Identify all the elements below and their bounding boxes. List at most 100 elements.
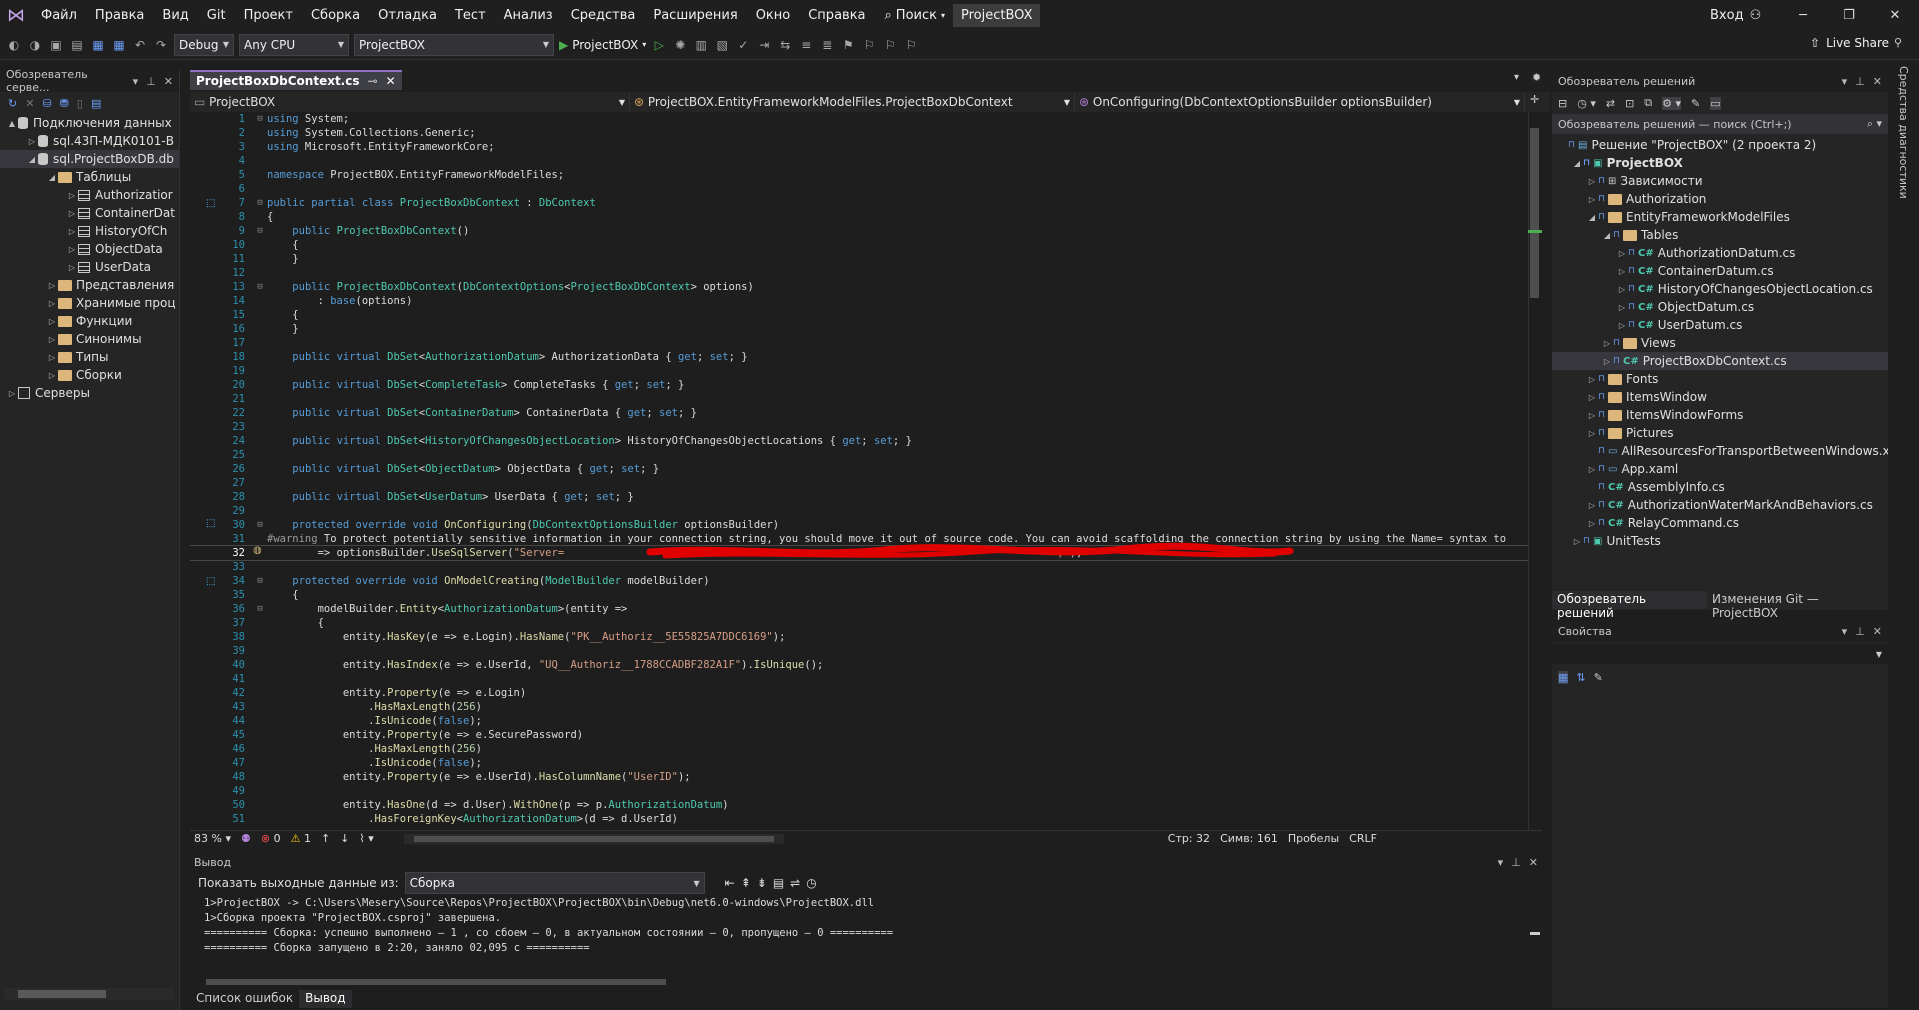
expander-icon[interactable]: ▷ bbox=[26, 137, 38, 146]
scrollbar-thumb[interactable] bbox=[1530, 128, 1539, 298]
fold-toggle-icon[interactable]: ⊟ bbox=[253, 112, 267, 126]
tab-list-dropdown-icon[interactable]: ▾ bbox=[1514, 72, 1519, 83]
fold-toggle-icon[interactable] bbox=[253, 322, 267, 336]
code-line[interactable]: 38 entity.HasKey(e => e.Login).HasName("… bbox=[190, 630, 1530, 644]
fold-toggle-icon[interactable] bbox=[253, 714, 267, 728]
save-icon[interactable]: ▦ bbox=[90, 37, 106, 53]
horizontal-scrollbar[interactable] bbox=[4, 988, 174, 1000]
code-line[interactable]: 8{ bbox=[190, 210, 1530, 224]
server-tree-item[interactable]: ▷ Синонимы bbox=[0, 330, 179, 348]
expander-icon[interactable]: ▷ bbox=[46, 299, 58, 308]
solution-tree-item[interactable]: ▷ ⊓ C# ObjectDatum.cs bbox=[1552, 298, 1888, 316]
expander-icon[interactable]: ▷ bbox=[6, 389, 18, 398]
solution-tree-item[interactable]: ▷ ⊓ Authorization bbox=[1552, 190, 1888, 208]
solution-tree-item[interactable]: ⊓ C# AssemblyInfo.cs bbox=[1552, 478, 1888, 496]
code-line[interactable]: 18 public virtual DbSet<AuthorizationDat… bbox=[190, 350, 1530, 364]
code-line[interactable]: 34 ⊟ protected override void OnModelCreat… bbox=[190, 574, 1530, 588]
code-line[interactable]: 26 public virtual DbSet<ObjectDatum> Obj… bbox=[190, 462, 1530, 476]
tab-git-changes[interactable]: Изменения Git — ProjectBOX bbox=[1707, 591, 1888, 620]
code-line[interactable]: 27 bbox=[190, 476, 1530, 490]
server-tree-item[interactable]: ▷ Типы bbox=[0, 348, 179, 366]
menu-item[interactable]: Окно bbox=[747, 8, 800, 23]
code-line[interactable]: 15 { bbox=[190, 308, 1530, 322]
fold-toggle-icon[interactable] bbox=[253, 532, 267, 546]
code-line[interactable]: 36 ⊟ modelBuilder.Entity<AuthorizationDat… bbox=[190, 602, 1530, 616]
code-line[interactable]: 40 entity.HasIndex(e => e.UserId, "UQ__A… bbox=[190, 658, 1530, 672]
fold-toggle-icon[interactable]: ⊟ bbox=[253, 574, 267, 588]
server-tree-item[interactable]: ▷ Хранимые проц bbox=[0, 294, 179, 312]
type-nav-select[interactable]: ⊛ ProjectBOX.EntityFrameworkModelFiles.P… bbox=[630, 93, 1075, 111]
pin-icon[interactable]: ⊸ bbox=[368, 74, 378, 88]
solution-tree-item[interactable]: ⊓ ▤ Решение "ProjectBOX" (2 проекта 2) bbox=[1552, 136, 1888, 154]
expander-icon[interactable]: ▷ bbox=[66, 209, 78, 218]
expander-icon[interactable]: ▲ bbox=[6, 119, 18, 128]
code-line[interactable]: 51 .HasForeignKey<AuthorizationDatum>(d … bbox=[190, 812, 1530, 826]
expander-icon[interactable]: ▷ bbox=[1586, 465, 1598, 474]
code-line[interactable]: 48 entity.Property(e => e.UserId).HasCol… bbox=[190, 770, 1530, 784]
uncomment-icon[interactable]: ≣ bbox=[819, 37, 835, 53]
code-line[interactable]: 10 { bbox=[190, 238, 1530, 252]
brush-icon[interactable]: ⌇ ▾ bbox=[359, 832, 373, 845]
pin-icon[interactable]: ⊥ bbox=[1511, 856, 1521, 869]
sync-icon[interactable]: ⇄ bbox=[1606, 97, 1615, 110]
bookmark-prev-icon[interactable]: ⚐ bbox=[861, 37, 877, 53]
refresh-icon[interactable]: ↻ bbox=[8, 97, 17, 110]
server-tree-item[interactable]: ▲ Подключения данных bbox=[0, 114, 179, 132]
errors-indicator[interactable]: ⊗ 0 bbox=[261, 832, 281, 845]
server-tree-item[interactable]: ▷ UserData bbox=[0, 258, 179, 276]
member-nav-select[interactable]: ⊛ OnConfiguring(DbContextOptionsBuilder … bbox=[1075, 93, 1525, 111]
expander-icon[interactable]: ◢ bbox=[46, 173, 58, 182]
configuration-select[interactable]: Debug ▼ bbox=[174, 33, 234, 56]
layout-icon[interactable]: ▧ bbox=[714, 37, 730, 53]
fold-toggle-icon[interactable] bbox=[253, 490, 267, 504]
fold-toggle-icon[interactable] bbox=[253, 336, 267, 350]
properties-icon[interactable]: ▤ bbox=[91, 97, 101, 110]
code-line[interactable]: 41 bbox=[190, 672, 1530, 686]
object-select[interactable]: ▼ bbox=[1552, 644, 1888, 664]
solution-tree-item[interactable]: ▷ ⊓ Fonts bbox=[1552, 370, 1888, 388]
copilot-icon[interactable]: ⚉ bbox=[241, 832, 251, 845]
fold-toggle-icon[interactable] bbox=[253, 770, 267, 784]
fold-toggle-icon[interactable] bbox=[253, 350, 267, 364]
menu-item[interactable]: Справка bbox=[799, 8, 874, 23]
solution-tree-item[interactable]: ▷ ⊓ C# ProjectBoxDbContext.cs bbox=[1552, 352, 1888, 370]
start-debugging-button[interactable]: ▶ ProjectBOX ▾ bbox=[559, 38, 646, 52]
fold-toggle-icon[interactable] bbox=[253, 392, 267, 406]
start-without-debugging-icon[interactable]: ▷ bbox=[651, 37, 667, 53]
redo-icon[interactable]: ↷ bbox=[153, 37, 169, 53]
fold-toggle-icon[interactable] bbox=[253, 266, 267, 280]
code-line[interactable]: 25 bbox=[190, 448, 1530, 462]
output-source-select[interactable]: Сборка ▼ bbox=[404, 872, 705, 894]
fold-toggle-icon[interactable]: ⊟ bbox=[253, 224, 267, 238]
code-line[interactable]: 20 public virtual DbSet<CompleteTask> Co… bbox=[190, 378, 1530, 392]
solution-tree-item[interactable]: ▷ ⊓ ItemsWindow bbox=[1552, 388, 1888, 406]
code-line[interactable]: 50 entity.HasOne(d => d.User).WithOne(p … bbox=[190, 798, 1530, 812]
dropdown-icon[interactable]: ▾ bbox=[1842, 625, 1848, 638]
solution-tree-item[interactable]: ▷ ⊓ C# RelayCommand.cs bbox=[1552, 514, 1888, 532]
fold-toggle-icon[interactable] bbox=[253, 476, 267, 490]
server-tree-item[interactable]: ▷ Сборки bbox=[0, 366, 179, 384]
zoom-select[interactable]: 83 % ▾ bbox=[190, 832, 231, 845]
code-line[interactable]: 12 bbox=[190, 266, 1530, 280]
close-button[interactable]: ✕ bbox=[1872, 0, 1918, 30]
timestamp-icon[interactable]: ◷ bbox=[806, 876, 816, 890]
expander-icon[interactable]: ▷ bbox=[1586, 411, 1598, 420]
solution-tree-item[interactable]: ▷ ⊓ C# AuthorizationWaterMarkAndBehaviors.c… bbox=[1552, 496, 1888, 514]
connect-server-icon[interactable]: ⛃ bbox=[60, 97, 69, 110]
server-tree-item[interactable]: ▷ ObjectData bbox=[0, 240, 179, 258]
step-icon[interactable]: ⇥ bbox=[756, 37, 772, 53]
code-line[interactable]: 45 entity.Property(e => e.SecurePassword… bbox=[190, 728, 1530, 742]
fold-toggle-icon[interactable] bbox=[253, 504, 267, 518]
code-line[interactable]: 4 bbox=[190, 154, 1530, 168]
close-icon[interactable]: ✕ bbox=[1873, 75, 1882, 88]
spell-check-icon[interactable]: ✓ bbox=[735, 37, 751, 53]
open-folder-icon[interactable]: ▤ bbox=[69, 37, 85, 53]
solution-tree-item[interactable]: ▷ ⊓ ⊞ Зависимости bbox=[1552, 172, 1888, 190]
fold-toggle-icon[interactable] bbox=[253, 798, 267, 812]
menu-item[interactable]: Правка bbox=[86, 8, 153, 23]
code-line[interactable]: 1 ⊟ using System; bbox=[190, 112, 1530, 126]
fold-toggle-icon[interactable] bbox=[253, 462, 267, 476]
expander-icon[interactable]: ◢ bbox=[1586, 213, 1598, 222]
fold-toggle-icon[interactable] bbox=[253, 378, 267, 392]
code-line[interactable]: 46 .HasMaxLength(256) bbox=[190, 742, 1530, 756]
